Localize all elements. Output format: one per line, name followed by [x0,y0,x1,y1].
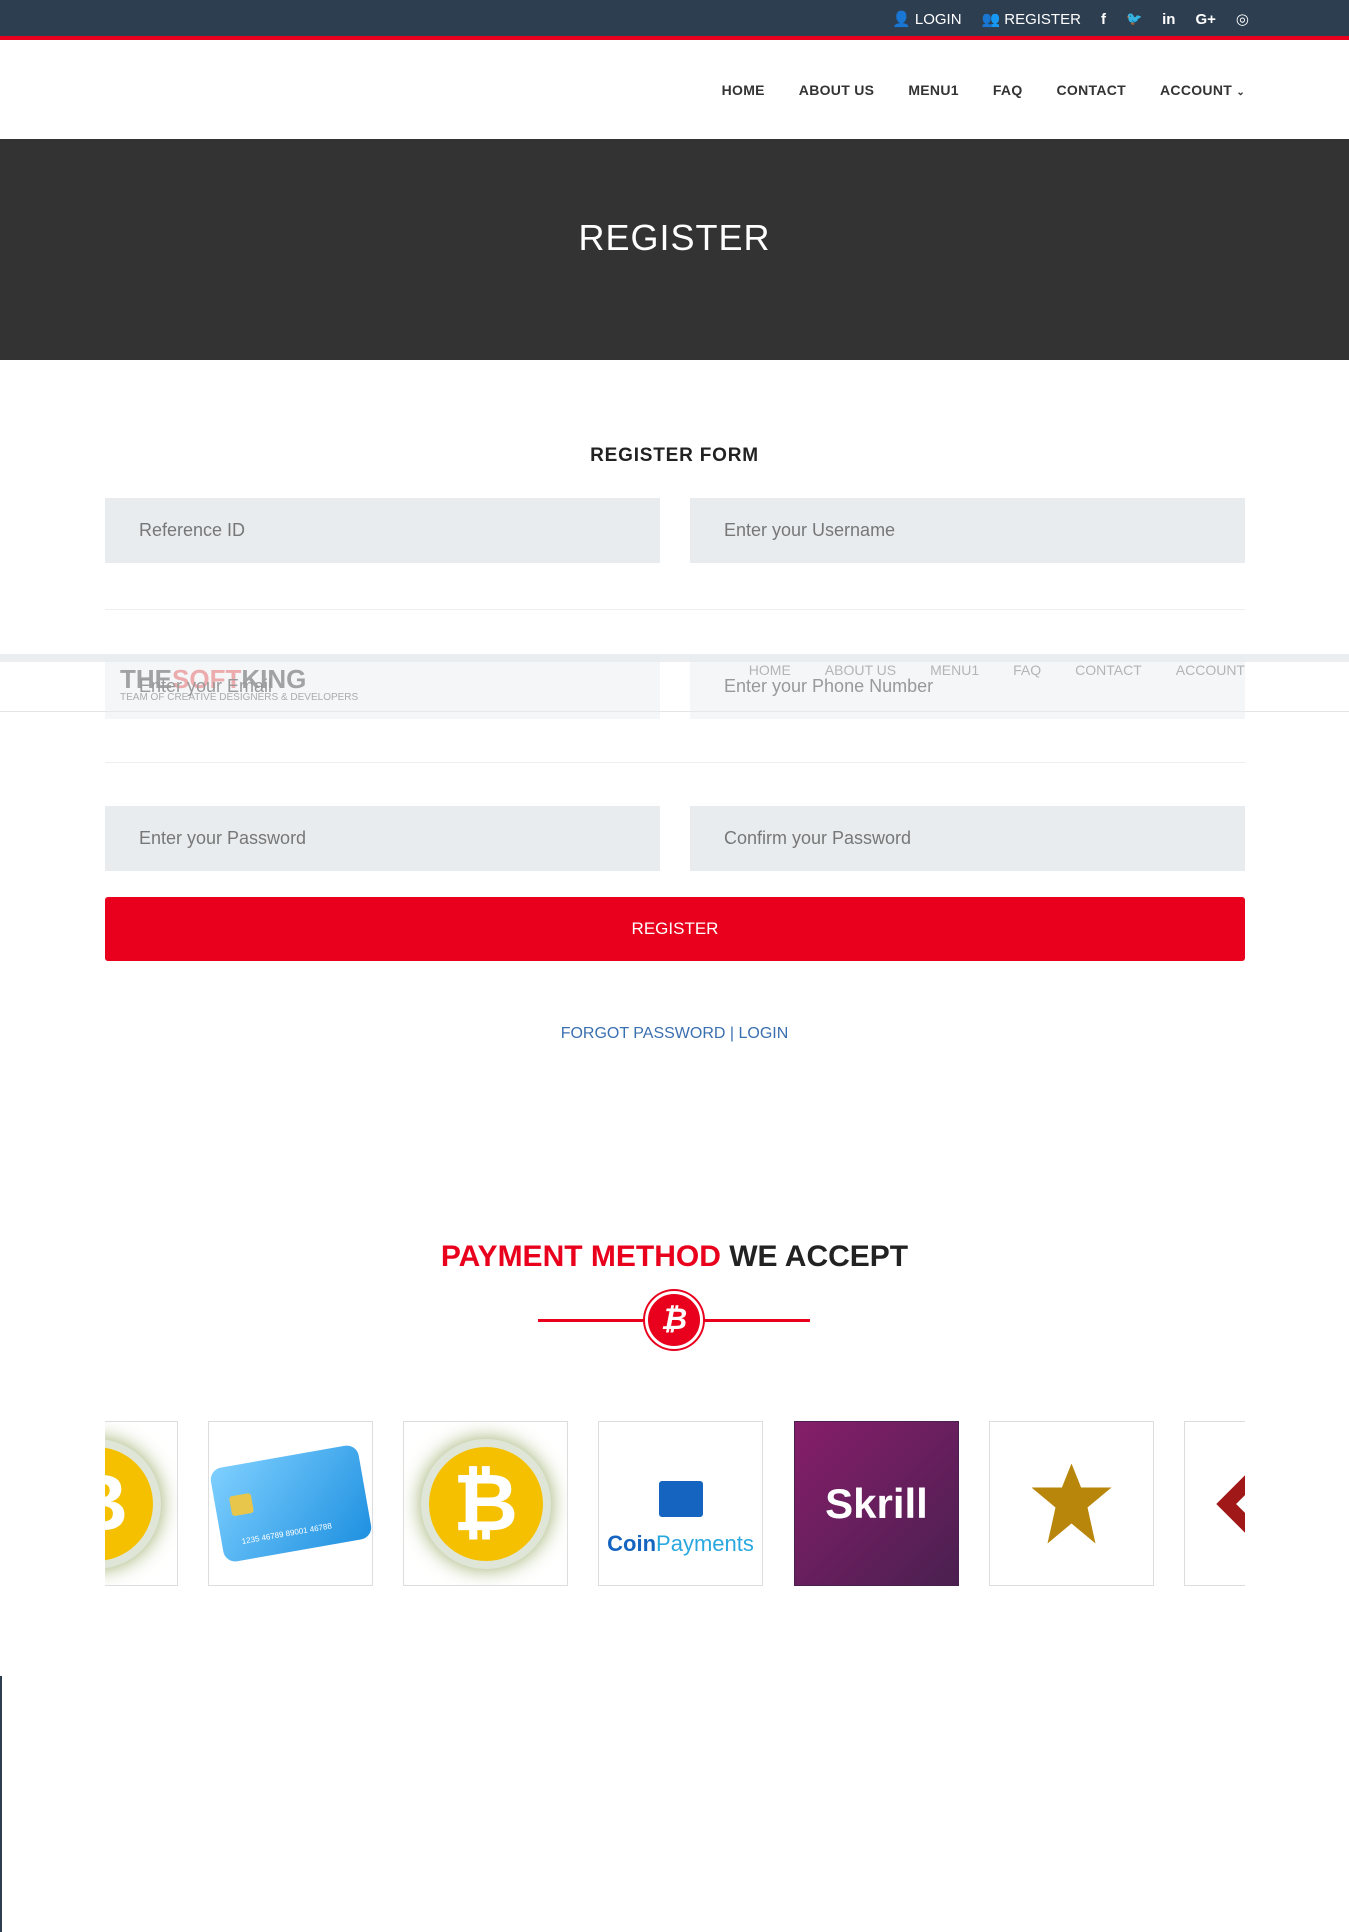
page-title: REGISTER [578,217,771,258]
form-title: REGISTER FORM [590,445,759,466]
top-bar: 👤 LOGIN 👥 REGISTER f 🐦 in G+ ◎ [0,0,1349,40]
nav-contact[interactable]: CONTACT [1057,82,1127,98]
nav-about-us[interactable]: ABOUT US [799,82,875,98]
nav-home[interactable]: HOME [722,82,765,98]
email-input[interactable] [105,654,660,719]
confirm-password-input[interactable] [690,806,1245,871]
bitcoin-icon: ₿ [645,1291,703,1349]
payment-logo-credit-card: 1235 46789 89001 46788 [208,1421,373,1586]
payment-logo-gold-emblem [989,1421,1154,1586]
payment-logo-skrill: Skrill [794,1421,959,1586]
login-link[interactable]: LOGIN [739,1025,789,1042]
nav-menu1[interactable]: MENU1 [908,82,959,98]
payment-logo-coinpayments: CoinPayments [598,1421,763,1586]
user-plus-icon: 👥 [981,11,1001,28]
divider [105,609,1245,610]
scrollbar-edge [0,1676,2,1932]
main-nav: HOME ABOUT US MENU1 FAQ CONTACT ACCOUNT … [0,44,1349,139]
nav-faq[interactable]: FAQ [993,82,1023,98]
password-input[interactable] [105,806,660,871]
payment-logo-red-emblem [1184,1421,1245,1586]
instagram-icon[interactable]: ◎ [1236,10,1249,28]
auth-links: FORGOT PASSWORD | LOGIN [560,1025,789,1042]
reference-id-input[interactable] [105,498,660,563]
chevron-down-icon: ⌄ [1236,87,1245,98]
linkedin-icon[interactable]: in [1162,11,1175,28]
register-button[interactable]: REGISTER [105,897,1245,961]
payment-logo-bitcoin: ₿ [403,1421,568,1586]
payment-logo-bitcoin: ₿ [105,1421,178,1586]
payment-logos-carousel[interactable]: ₿ 1235 46789 89001 46788 ₿ CoinPayments … [105,1421,1245,1586]
twitter-icon[interactable]: 🐦 [1126,11,1142,27]
user-icon: 👤 [892,11,911,28]
wallet-icon [658,1480,703,1517]
register-link[interactable]: 👥 REGISTER [981,10,1081,29]
login-link[interactable]: 👤 LOGIN [892,10,961,29]
facebook-icon[interactable]: f [1101,11,1106,28]
divider [105,762,1245,763]
payment-title: PAYMENT METHOD WE ACCEPT [440,1240,909,1273]
page-banner: REGISTER [0,139,1349,360]
forgot-password-link[interactable]: FORGOT PASSWORD [561,1025,726,1042]
phone-input[interactable] [690,654,1245,719]
username-input[interactable] [690,498,1245,563]
google-plus-icon[interactable]: G+ [1195,11,1215,28]
nav-account[interactable]: ACCOUNT ⌄ [1160,82,1245,98]
